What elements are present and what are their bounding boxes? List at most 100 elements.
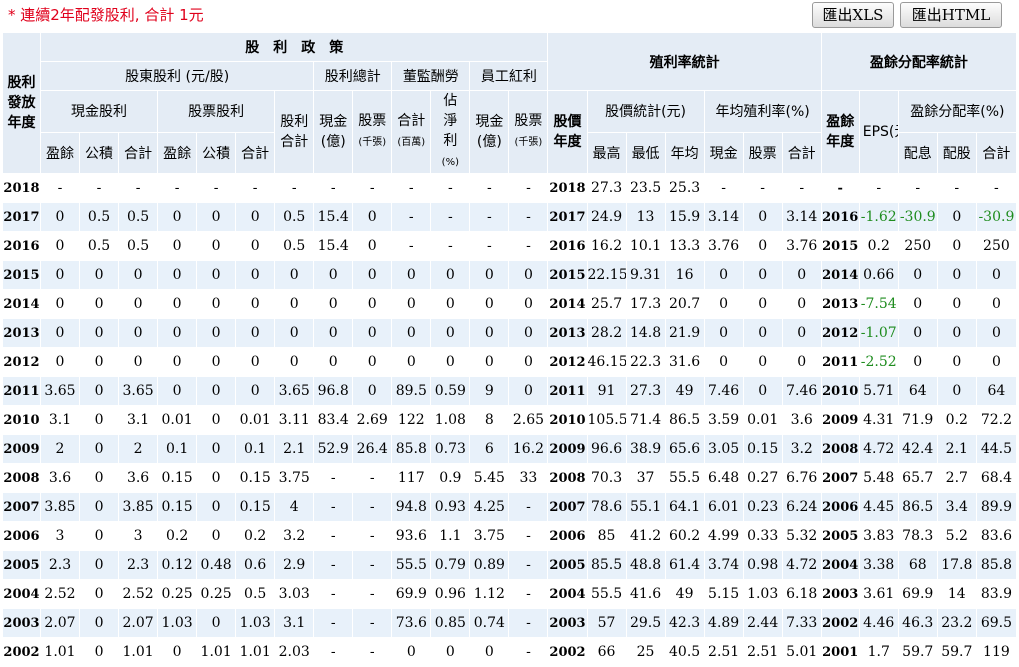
- table-cell: 2.3: [39, 550, 81, 580]
- director-pay-header: 董監酬勞: [391, 61, 471, 91]
- table-cell: 17.8: [936, 550, 977, 580]
- table-cell: 4.99: [703, 521, 744, 551]
- col-price-low: 最低: [625, 131, 666, 174]
- table-cell: 6.48: [703, 463, 744, 493]
- table-cell: 0: [196, 260, 237, 290]
- table-cell: 0: [391, 347, 432, 377]
- table-cell: -30.9: [975, 202, 1018, 232]
- table-cell: 0: [781, 260, 822, 290]
- table-cell: 3: [118, 521, 159, 551]
- table-cell: 9.31: [625, 260, 666, 290]
- shareholder-dividend-header: 股東股利 (元/股): [39, 61, 315, 91]
- table-cell: -30.9: [897, 202, 938, 232]
- table-cell: 2011: [2, 376, 41, 406]
- table-cell: 0: [79, 260, 120, 290]
- avg-yield-header: 年均殖利率(%): [703, 90, 822, 133]
- table-cell: 2009: [820, 405, 860, 435]
- table-cell: -: [313, 463, 354, 493]
- table-cell: -: [352, 637, 393, 667]
- table-cell: 2.7: [936, 463, 977, 493]
- table-cell: 0: [235, 231, 276, 261]
- table-cell: 2004: [2, 579, 41, 609]
- table-cell: 0.25: [196, 579, 237, 609]
- table-cell: -: [313, 521, 354, 551]
- table-cell: 6.76: [781, 463, 822, 493]
- table-cell: -: [196, 173, 237, 203]
- table-cell: 6.01: [703, 492, 744, 522]
- table-cell: 13.3: [664, 231, 705, 261]
- table-cell: 52.9: [313, 434, 354, 464]
- table-cell: 1.1: [430, 521, 471, 551]
- table-cell: 6: [469, 434, 510, 464]
- table-cell: 4.72: [781, 550, 822, 580]
- table-cell: 0: [235, 347, 276, 377]
- payout-ratio-header: 盈餘分配率(%): [897, 90, 1018, 133]
- table-cell: 0.15: [157, 492, 198, 522]
- table-cell: 2018: [2, 173, 41, 203]
- table-cell: 2: [39, 434, 81, 464]
- col-stock-earnings: 盈餘: [157, 131, 198, 174]
- col-earn-year: 盈餘年度: [820, 90, 860, 174]
- table-cell: 28.2: [586, 318, 627, 348]
- table-cell: 2012: [820, 318, 860, 348]
- table-cell: 0: [313, 347, 354, 377]
- table-cell: 0: [742, 202, 783, 232]
- table-cell: 0: [936, 260, 977, 290]
- table-cell: 85.5: [586, 550, 627, 580]
- table-cell: 0: [742, 260, 783, 290]
- table-cell: 1.12: [469, 579, 510, 609]
- table-cell: -: [157, 173, 198, 203]
- table-cell: 3.61: [858, 579, 899, 609]
- table-cell: 68: [897, 550, 938, 580]
- table-cell: 64: [975, 376, 1018, 406]
- table-cell: 1.03: [742, 579, 783, 609]
- table-cell: 24.9: [586, 202, 627, 232]
- table-cell: 46.3: [897, 608, 938, 638]
- payout-stats-header: 盈餘分配率統計: [820, 32, 1018, 91]
- table-cell: -: [352, 463, 393, 493]
- table-cell: -: [858, 173, 899, 203]
- table-cell: 0: [391, 260, 432, 290]
- table-cell: 0.23: [742, 492, 783, 522]
- table-cell: -: [820, 173, 860, 203]
- table-cell: 0: [39, 231, 81, 261]
- table-cell: 0.5: [79, 202, 120, 232]
- table-cell: 0.93: [430, 492, 471, 522]
- table-cell: 3.05: [703, 434, 744, 464]
- table-cell: 0: [781, 318, 822, 348]
- table-cell: 2016: [820, 202, 860, 232]
- table-cell: 0: [39, 260, 81, 290]
- table-cell: 0: [196, 202, 237, 232]
- table-cell: 2015: [2, 260, 41, 290]
- table-cell: 8: [469, 405, 510, 435]
- table-cell: 37: [625, 463, 666, 493]
- table-cell: 0: [936, 202, 977, 232]
- table-cell: 26.4: [352, 434, 393, 464]
- table-cell: 5.01: [781, 637, 822, 667]
- table-cell: -: [430, 231, 471, 261]
- table-cell: -: [391, 231, 432, 261]
- table-cell: 29.5: [625, 608, 666, 638]
- table-cell: 40.5: [664, 637, 705, 667]
- table-cell: 1.01: [118, 637, 159, 667]
- table-cell: -: [508, 608, 549, 638]
- export-xls-button[interactable]: 匯出XLS: [812, 2, 894, 28]
- table-cell: -: [508, 202, 549, 232]
- table-cell: 78.3: [897, 521, 938, 551]
- col-stock-sum: 合計: [235, 131, 276, 174]
- col-dir-total: 合計 (百萬): [391, 90, 432, 174]
- col-price-avg: 年均: [664, 131, 705, 174]
- table-cell: 5.15: [703, 579, 744, 609]
- export-html-button[interactable]: 匯出HTML: [900, 2, 1002, 28]
- table-cell: 0: [274, 289, 315, 319]
- table-cell: 0.25: [157, 579, 198, 609]
- table-cell: 66: [586, 637, 627, 667]
- table-cell: 0: [196, 289, 237, 319]
- table-cell: -: [703, 173, 744, 203]
- table-cell: 60.2: [664, 521, 705, 551]
- table-cell: 0: [313, 260, 354, 290]
- table-cell: -: [430, 173, 471, 203]
- table-cell: 96.6: [586, 434, 627, 464]
- table-cell: 49: [664, 376, 705, 406]
- table-cell: -7.54: [858, 289, 899, 319]
